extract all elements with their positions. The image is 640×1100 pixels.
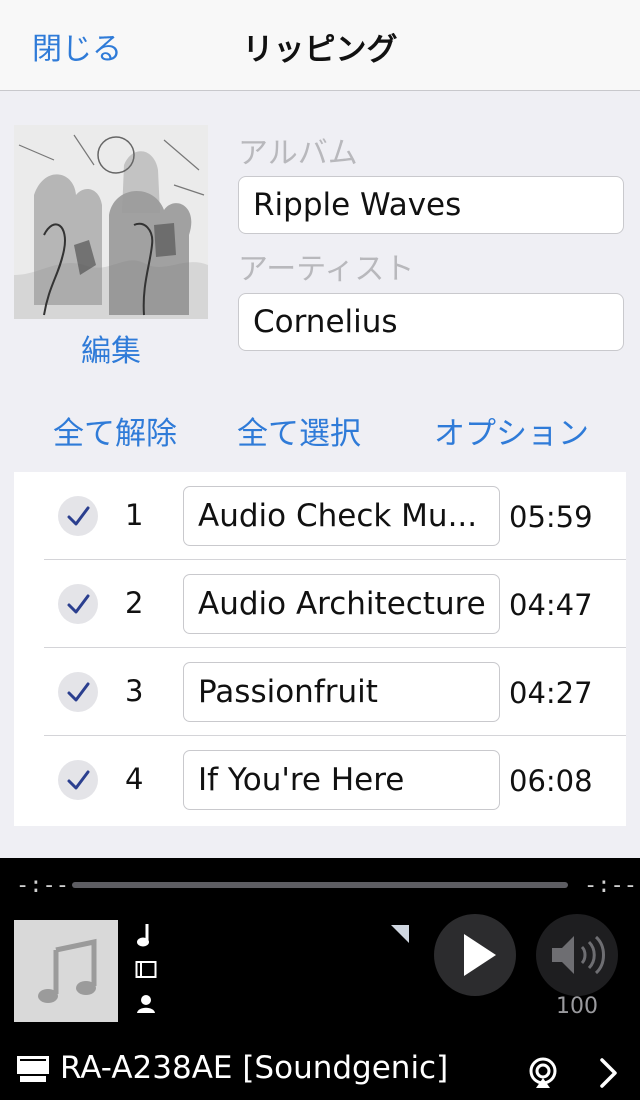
play-icon <box>464 934 496 976</box>
airplay-icon[interactable] <box>526 1056 560 1090</box>
track-duration: 04:47 <box>509 588 593 622</box>
volume-button[interactable] <box>536 914 618 996</box>
artist-icon <box>137 995 155 1013</box>
album-art <box>14 125 208 319</box>
track-row: 1 Audio Check Mu... 05:59 <box>14 472 626 560</box>
track-checkbox[interactable] <box>58 584 98 624</box>
track-title-input[interactable]: Audio Check Mu... <box>183 486 500 546</box>
checkmark-icon <box>67 770 90 790</box>
track-row: 2 Audio Architecture 04:47 <box>14 560 626 648</box>
track-number: 1 <box>125 498 144 532</box>
track-number: 3 <box>125 674 144 708</box>
track-checkbox[interactable] <box>58 672 98 712</box>
remaining-time: -:-- <box>584 873 637 898</box>
track-list: 1 Audio Check Mu... 05:59 2 Audio Archit… <box>14 472 626 826</box>
album-icon <box>135 961 157 978</box>
music-note-icon <box>137 924 149 947</box>
corner-triangle-icon <box>391 925 409 943</box>
track-number: 2 <box>125 586 144 620</box>
album-label: アルバム <box>238 136 358 171</box>
elapsed-time: -:-- <box>16 873 69 898</box>
device-name: RA-A238AE [Soundgenic] <box>60 1050 449 1086</box>
music-note-placeholder-icon <box>38 938 97 1003</box>
checkmark-icon <box>67 682 90 702</box>
track-checkbox[interactable] <box>58 496 98 536</box>
device-icon <box>17 1056 49 1082</box>
now-playing-artwork[interactable] <box>14 920 118 1022</box>
track-title-input[interactable]: Passionfruit <box>183 662 500 722</box>
track-row: 4 If You're Here 06:08 <box>14 736 626 824</box>
album-input[interactable]: Ripple Waves <box>238 176 624 234</box>
track-duration: 06:08 <box>509 764 593 798</box>
options-button[interactable]: オプション <box>434 408 589 453</box>
track-duration: 05:59 <box>509 500 593 534</box>
checkmark-icon <box>67 506 90 526</box>
track-title-input[interactable]: Audio Architecture <box>183 574 500 634</box>
track-duration: 04:27 <box>509 676 593 710</box>
artist-label: アーティスト <box>238 252 415 287</box>
mini-player: -:-- -:-- 100 RA-A238AE [Soundgenic] <box>0 858 640 1100</box>
navigation-bar: 閉じる リッピング <box>0 0 640 91</box>
track-row: 3 Passionfruit 04:27 <box>14 648 626 736</box>
select-all-button[interactable]: 全て選択 <box>237 408 361 453</box>
checkmark-icon <box>67 594 90 614</box>
play-button[interactable] <box>434 914 516 996</box>
volume-icon <box>552 935 605 975</box>
deselect-all-button[interactable]: 全て解除 <box>53 408 177 453</box>
progress-bar[interactable] <box>72 882 568 888</box>
edit-album-art-button[interactable]: 編集 <box>14 326 208 370</box>
track-number: 4 <box>125 762 144 796</box>
page-title: リッピング <box>242 32 398 68</box>
chevron-right-icon[interactable] <box>597 1056 621 1090</box>
track-checkbox[interactable] <box>58 760 98 800</box>
volume-level: 100 <box>556 994 598 1019</box>
track-title-input[interactable]: If You're Here <box>183 750 500 810</box>
artist-input[interactable]: Cornelius <box>238 293 624 351</box>
